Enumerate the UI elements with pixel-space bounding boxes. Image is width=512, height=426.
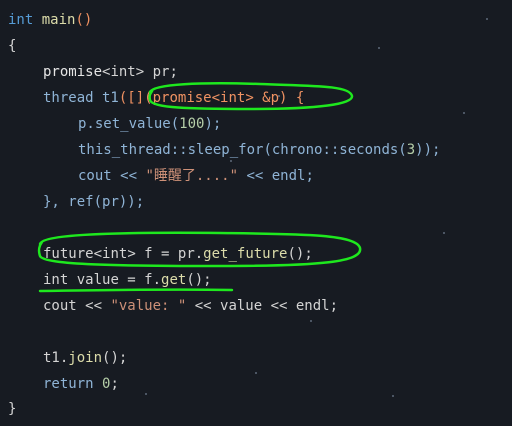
call-parens: (); bbox=[287, 246, 313, 262]
parens: () bbox=[75, 12, 93, 28]
paren: ( bbox=[170, 116, 180, 132]
paren-close: )); bbox=[415, 142, 441, 158]
lambda-end: }, bbox=[43, 194, 69, 210]
endl: << endl; bbox=[238, 168, 314, 184]
var-t1: t1. bbox=[43, 350, 69, 366]
number-100: 100 bbox=[179, 116, 205, 132]
star-dot bbox=[278, 95, 280, 97]
semicolon: ; bbox=[110, 376, 119, 392]
function-ref: ref bbox=[68, 194, 94, 210]
brace-close: } bbox=[8, 401, 17, 417]
namespace-this-thread: this_thread:: bbox=[78, 142, 188, 158]
type-thread: thread bbox=[43, 90, 94, 106]
type-promise: promise bbox=[43, 64, 103, 80]
chrono-seconds: chrono::seconds( bbox=[271, 142, 407, 158]
code-line-12: t1.join(); bbox=[43, 345, 127, 371]
paren: ( bbox=[263, 142, 272, 158]
value-endl: << value << endl; bbox=[186, 298, 339, 314]
star-dot bbox=[443, 232, 445, 234]
code-line-9: future<int> f = pr.get_future(); bbox=[43, 241, 313, 267]
star-dot bbox=[392, 395, 394, 397]
var-p: p. bbox=[78, 116, 95, 132]
type-int: int bbox=[110, 64, 136, 80]
future-decl: > f = pr. bbox=[127, 246, 204, 262]
var-t1: t1 bbox=[93, 90, 119, 106]
method-get-future: get_future bbox=[203, 246, 288, 262]
code-line-4: thread t1([](promise<int> &p) { bbox=[43, 85, 304, 111]
code-line-3: promise<int> pr; bbox=[43, 59, 178, 85]
keyword-int: int bbox=[43, 272, 69, 288]
code-line-7: cout << "睡醒了...." << endl; bbox=[78, 163, 314, 189]
call-parens: (); bbox=[102, 350, 128, 366]
star-dot bbox=[255, 372, 257, 374]
code-line-6: this_thread::sleep_for(chrono::seconds(3… bbox=[78, 137, 440, 163]
code-line-8: }, ref(pr)); bbox=[43, 189, 144, 215]
type-future: future< bbox=[43, 246, 103, 262]
code-line-2: { bbox=[8, 33, 16, 59]
star-dot bbox=[486, 18, 488, 20]
code-line-10: int value = f.get(); bbox=[43, 267, 212, 293]
method-join: join bbox=[68, 350, 103, 366]
method-set-value: set_value bbox=[94, 116, 171, 132]
type-int: int bbox=[102, 246, 128, 262]
string-literal: "睡醒了...." bbox=[145, 168, 239, 184]
star-dot bbox=[378, 47, 380, 49]
function-main: main bbox=[41, 12, 76, 28]
code-line-5: p.set_value(100); bbox=[78, 111, 221, 137]
string-literal: "value: " bbox=[110, 298, 187, 314]
code-line-1: int main() bbox=[8, 7, 92, 33]
code-line-14: } bbox=[8, 396, 16, 422]
cout-stream: cout << bbox=[78, 168, 146, 184]
function-sleep-for: sleep_for bbox=[187, 142, 264, 158]
star-dot bbox=[145, 393, 147, 395]
lambda-params: (promise<int> &p) bbox=[144, 90, 288, 106]
brace-open: { bbox=[8, 38, 17, 54]
method-get: get bbox=[161, 272, 187, 288]
lambda-capture: ([] bbox=[118, 90, 145, 106]
code-line-13: return 0; bbox=[43, 371, 119, 397]
star-dot bbox=[463, 112, 465, 114]
ref-args: (pr)); bbox=[93, 194, 145, 210]
star-dot bbox=[230, 160, 232, 162]
star-dot bbox=[310, 320, 312, 322]
keyword-int: int bbox=[8, 12, 34, 28]
paren-close: ); bbox=[204, 116, 222, 132]
call-parens: (); bbox=[186, 272, 212, 288]
value-decl: value = f. bbox=[68, 272, 162, 288]
keyword-return: return bbox=[43, 376, 94, 392]
code-line-11: cout << "value: " << value << endl; bbox=[43, 293, 338, 319]
code-editor: int main() { promise<int> pr; thread t1(… bbox=[0, 0, 512, 426]
declaration-rest: > pr; bbox=[135, 64, 178, 80]
number-3: 3 bbox=[406, 142, 416, 158]
lambda-brace: { bbox=[287, 90, 305, 106]
cout-stream: cout << bbox=[43, 298, 111, 314]
